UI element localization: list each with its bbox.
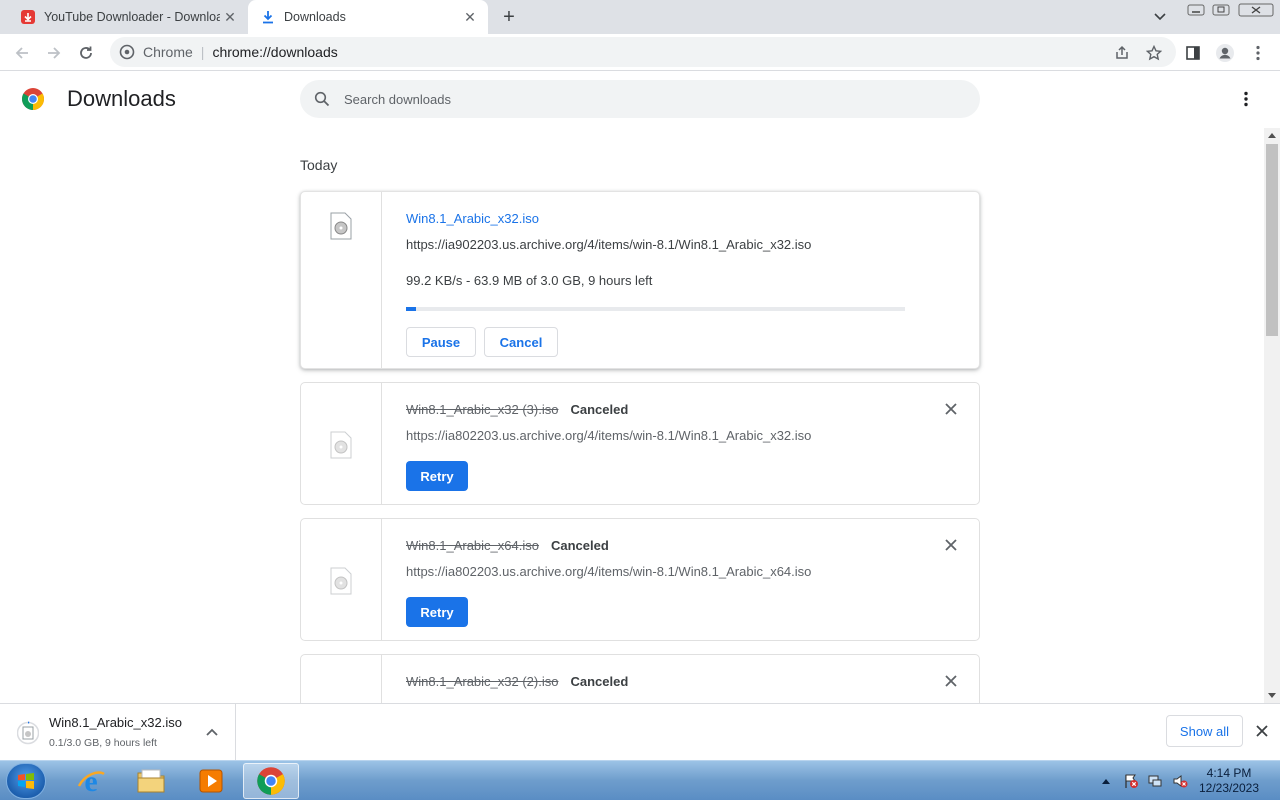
- progress-status-text: 99.2 KB/s - 63.9 MB of 3.0 GB, 9 hours l…: [406, 273, 653, 288]
- remove-item-close-icon[interactable]: [941, 671, 961, 691]
- download-item-canceled: Win8.1_Arabic_x32 (2).iso Canceled: [300, 654, 980, 703]
- download-item-canceled: Win8.1_Arabic_x32 (3).iso Canceled https:…: [300, 382, 980, 505]
- retry-button[interactable]: Retry: [406, 597, 468, 627]
- canceled-status: Canceled: [570, 402, 629, 417]
- internet-explorer-icon[interactable]: e: [63, 763, 119, 799]
- windows-taskbar: e 4:14 PM 12/23/2023: [0, 760, 1280, 800]
- canceled-status: Canceled: [570, 674, 629, 689]
- file-explorer-folder-icon[interactable]: [123, 763, 179, 799]
- download-url: https://ia802203.us.archive.org/4/items/…: [406, 428, 812, 443]
- pause-button[interactable]: Pause: [406, 327, 476, 357]
- clock-time: 4:14 PM: [1206, 766, 1252, 780]
- show-all-button[interactable]: Show all: [1166, 715, 1243, 747]
- file-name-text: Win8.1_Arabic_x32 (3).iso: [406, 402, 559, 417]
- taskbar-clock[interactable]: 4:14 PM 12/23/2023: [1198, 766, 1260, 796]
- section-heading-today: Today: [300, 157, 338, 173]
- download-shelf: Win8.1_Arabic_x32.iso 0.1/3.0 GB, 9 hour…: [0, 703, 1280, 760]
- progress-fill: [406, 307, 417, 311]
- download-url: https://ia802203.us.archive.org/4/items/…: [406, 564, 812, 579]
- file-icon-column: [301, 655, 382, 703]
- show-hidden-icons-arrow[interactable]: [1098, 773, 1114, 789]
- scrollbar-thumb[interactable]: [1266, 144, 1278, 336]
- file-name: Win8.1_Arabic_x32 (3).iso Canceled: [406, 402, 628, 417]
- page-scrollbar[interactable]: [1264, 128, 1280, 703]
- cancel-button[interactable]: Cancel: [484, 327, 558, 357]
- download-item-active: Win8.1_Arabic_x32.iso https://ia902203.u…: [300, 191, 980, 369]
- file-icon-column: [301, 192, 382, 368]
- file-name: Win8.1_Arabic_x64.iso Canceled: [406, 538, 609, 553]
- downloads-page: Downloads Today Win8.1_Arabic_x32.iso ht…: [0, 0, 1280, 703]
- retry-button[interactable]: Retry: [406, 461, 468, 491]
- remove-item-close-icon[interactable]: [941, 399, 961, 419]
- clock-date: 12/23/2023: [1198, 781, 1260, 795]
- google-chrome-taskbar-icon[interactable]: [243, 763, 299, 799]
- file-icon-column: [301, 519, 382, 640]
- iso-file-icon: [329, 567, 353, 595]
- remove-item-close-icon[interactable]: [941, 535, 961, 555]
- file-icon-column: [301, 383, 382, 504]
- search-input[interactable]: [344, 91, 980, 107]
- chevron-up-icon[interactable]: [202, 722, 222, 742]
- canceled-status: Canceled: [550, 538, 609, 553]
- file-name-text: Win8.1_Arabic_x64.iso: [406, 538, 539, 553]
- action-center-flag-icon[interactable]: [1123, 773, 1139, 789]
- scroll-up-arrow-icon[interactable]: [1264, 128, 1280, 142]
- shelf-status-text: 0.1/3.0 GB, 9 hours left: [49, 737, 157, 749]
- file-name-link[interactable]: Win8.1_Arabic_x32.iso: [406, 211, 539, 226]
- iso-file-icon: [16, 721, 40, 745]
- download-progress-bar: [406, 307, 905, 311]
- more-actions-kebab-icon[interactable]: [1236, 88, 1256, 110]
- download-url: https://ia902203.us.archive.org/4/items/…: [406, 237, 812, 252]
- file-name: Win8.1_Arabic_x32 (2).iso Canceled: [406, 674, 628, 689]
- page-title: Downloads: [67, 86, 176, 111]
- svg-text:e: e: [84, 766, 97, 796]
- network-icon[interactable]: [1147, 773, 1163, 789]
- iso-file-icon: [329, 212, 353, 240]
- volume-muted-icon[interactable]: [1172, 773, 1188, 789]
- search-icon: [314, 91, 330, 107]
- start-orb-windows-icon[interactable]: [6, 763, 46, 799]
- file-name-text: Win8.1_Arabic_x32 (2).iso: [406, 674, 559, 689]
- shelf-file-name: Win8.1_Arabic_x32.iso: [49, 715, 182, 730]
- scroll-down-arrow-icon[interactable]: [1264, 689, 1280, 703]
- close-shelf-icon[interactable]: [1252, 721, 1272, 741]
- iso-file-icon: [329, 431, 353, 459]
- shelf-download-item[interactable]: Win8.1_Arabic_x32.iso 0.1/3.0 GB, 9 hour…: [0, 704, 236, 760]
- download-item-canceled: Win8.1_Arabic_x64.iso Canceled https://ia…: [300, 518, 980, 641]
- media-player-icon[interactable]: [183, 763, 239, 799]
- chrome-logo-icon: [21, 87, 45, 111]
- search-downloads-box[interactable]: [300, 80, 980, 118]
